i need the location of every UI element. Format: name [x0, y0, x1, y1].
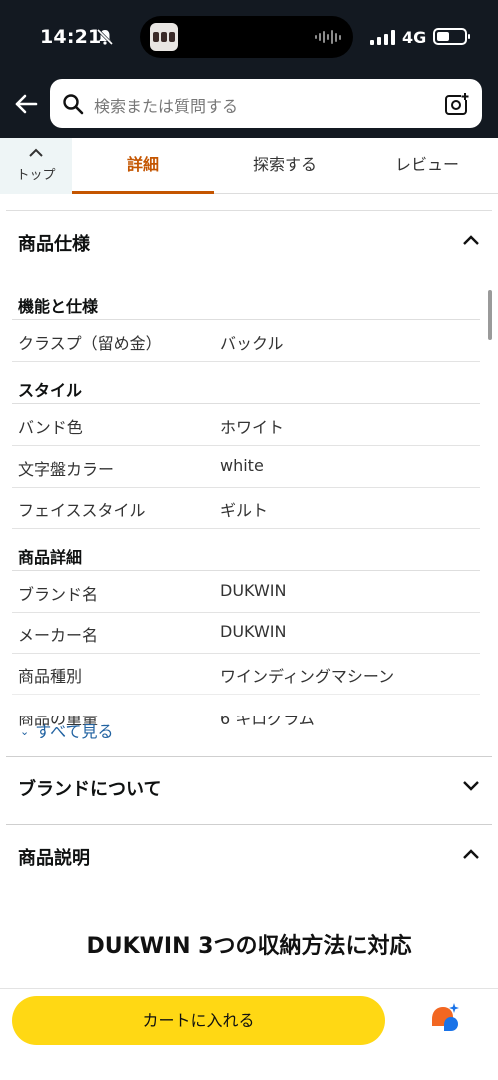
divider — [6, 210, 492, 211]
spec-value: white — [220, 456, 264, 475]
tab-reviews[interactable]: レビュー — [356, 138, 498, 194]
specs-section-header[interactable]: 商品仕様 — [0, 212, 498, 272]
spec-value: バックル — [220, 334, 284, 353]
rufus-assistant-icon[interactable] — [428, 1001, 462, 1033]
status-bar: 14:21 4G — [0, 0, 498, 74]
spec-row: クラスプ（留め金） バックル — [12, 320, 480, 362]
chevron-up-icon — [29, 148, 43, 157]
spec-value: ワインディングマシーン — [220, 667, 395, 686]
description-heading: DUKWIN 3つの収納方法に対応 — [86, 934, 412, 959]
fade-overlay — [0, 694, 498, 716]
chevron-up-icon — [463, 849, 479, 859]
camera-search-icon[interactable] — [444, 91, 470, 117]
network-type: 4G — [402, 28, 427, 47]
chevron-down-icon — [463, 781, 479, 791]
tab-top-label: トップ — [16, 168, 56, 183]
description-section-header[interactable]: 商品説明 — [0, 826, 498, 886]
spec-group-title: スタイル — [18, 381, 83, 400]
add-to-cart-button[interactable]: カートに入れる — [12, 996, 385, 1045]
back-arrow-icon[interactable] — [12, 90, 40, 118]
divider — [6, 824, 492, 825]
description-title: 商品説明 — [18, 848, 90, 869]
tab-explore[interactable]: 探索する — [214, 138, 356, 194]
specs-title: 商品仕様 — [18, 234, 90, 255]
spec-group-title: 商品詳細 — [18, 548, 83, 567]
scrollbar[interactable] — [488, 290, 492, 340]
spec-key: フェイススタイル — [18, 501, 146, 520]
spec-row: バンド色 ホワイト — [12, 404, 480, 446]
search-placeholder[interactable]: 検索または質問する — [94, 93, 238, 117]
detail-tabs: トップ 詳細 探索する レビュー — [0, 138, 498, 194]
battery-icon — [433, 28, 470, 45]
tab-top[interactable]: トップ — [0, 138, 72, 194]
spec-key: ブランド名 — [18, 585, 99, 604]
spec-row: 商品種別 ワインディングマシーン — [12, 653, 480, 695]
see-all-link[interactable]: ⌄ すべて見る — [20, 718, 113, 742]
status-time: 14:21 — [40, 26, 102, 48]
app-header: 14:21 4G 検索または質問する — [0, 0, 498, 138]
spec-key: 商品種別 — [18, 667, 83, 686]
see-all-label: すべて見る — [35, 722, 114, 741]
silent-bell-icon — [96, 28, 114, 46]
dynamic-island — [140, 16, 353, 58]
spec-row: ブランド名 DUKWIN — [12, 571, 480, 613]
spec-value: ギルト — [220, 501, 269, 520]
bottom-action-bar: カートに入れる — [0, 988, 498, 1080]
spec-key: クラスプ（留め金） — [18, 334, 162, 353]
brand-title: ブランドについて — [18, 779, 162, 800]
spec-key: バンド色 — [18, 418, 83, 437]
chevron-up-icon — [463, 235, 479, 245]
spec-value: DUKWIN — [220, 622, 287, 641]
now-playing-thumbnail — [150, 23, 178, 51]
audio-wave-icon — [315, 29, 341, 45]
chevron-down-icon: ⌄ — [20, 725, 30, 738]
search-icon — [63, 94, 84, 115]
brand-section-header[interactable]: ブランドについて — [0, 757, 498, 817]
spec-value: DUKWIN — [220, 581, 287, 600]
cellular-signal-icon — [370, 30, 395, 45]
tab-details[interactable]: 詳細 — [72, 138, 214, 194]
spec-row: メーカー名 DUKWIN — [12, 612, 480, 654]
spec-key: メーカー名 — [18, 626, 99, 645]
spec-value: ホワイト — [220, 418, 285, 437]
spec-row: 文字盤カラー white — [12, 446, 480, 488]
spec-row: フェイススタイル ギルト — [12, 487, 480, 529]
spec-group-title: 機能と仕様 — [18, 297, 99, 316]
spec-key: 文字盤カラー — [18, 460, 115, 479]
search-bar[interactable]: 検索または質問する — [50, 79, 482, 128]
